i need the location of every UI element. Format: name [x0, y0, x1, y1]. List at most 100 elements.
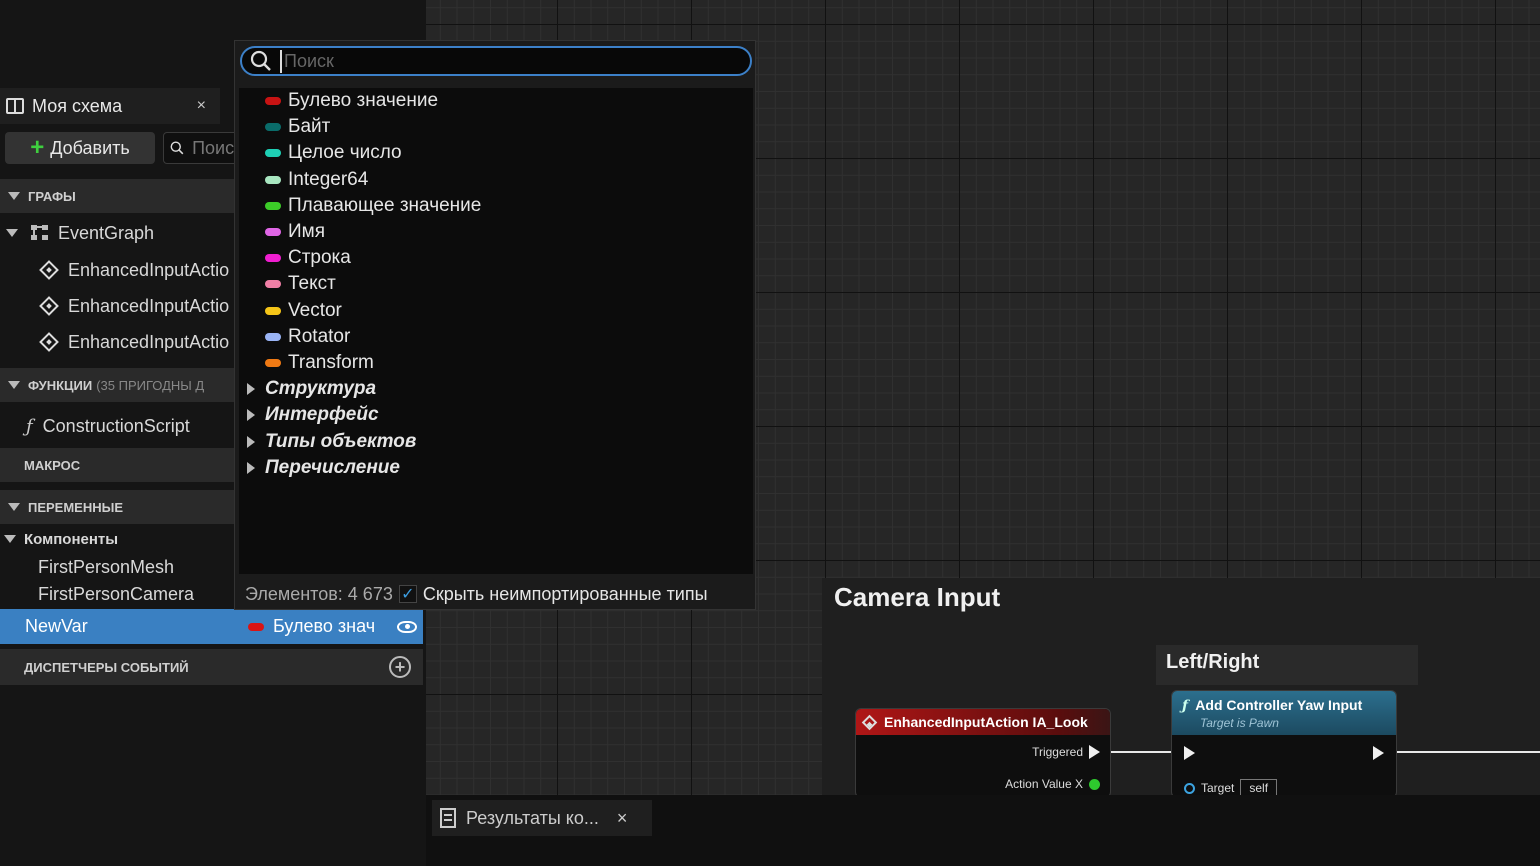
close-icon[interactable]: × — [197, 97, 206, 115]
type-color-pill-icon — [265, 359, 281, 367]
exec-out-pin-icon[interactable] — [1089, 745, 1100, 759]
event-diamond-icon — [861, 714, 878, 730]
type-category[interactable]: Структура — [239, 376, 753, 402]
type-option[interactable]: Rotator — [239, 324, 753, 350]
compiler-results-tab[interactable]: Результаты ко... × — [432, 800, 652, 836]
graph-item-label: EnhancedInputActio — [68, 331, 230, 352]
add-button[interactable]: + Добавить — [5, 132, 155, 164]
comment-title: Camera Input — [834, 582, 1001, 612]
type-list: Булево значение Байт Целое число Integer64 П… — [239, 88, 753, 574]
float-pin-icon[interactable] — [1089, 778, 1100, 790]
component-item-label: FirstPersonCamera — [38, 583, 195, 604]
exec-in-pin-icon[interactable] — [1184, 746, 1195, 760]
section-functions-label: ФУНКЦИИ — [28, 377, 93, 393]
event-diamond-icon — [39, 296, 59, 316]
compiler-results-label: Результаты ко... — [466, 807, 599, 828]
section-dispatchers-label: ДИСПЕТЧЕРЫ СОБЫТИЙ — [24, 659, 189, 675]
section-variables-label: ПЕРЕМЕННЫЕ — [28, 499, 124, 515]
pin-action-value-row[interactable]: Action Value X — [1005, 777, 1100, 791]
type-option-label: Transform — [288, 352, 374, 373]
section-event-dispatchers[interactable]: ДИСПЕТЧЕРЫ СОБЫТИЙ + — [0, 649, 423, 685]
type-option-label: Целое число — [288, 142, 402, 164]
hide-unloaded-types-label[interactable]: Скрыть неимпортированные типы — [423, 584, 708, 605]
exec-wire-out — [1385, 751, 1540, 753]
graph-item-label: EnhancedInputActio — [68, 259, 230, 280]
expand-arrow-icon[interactable] — [6, 229, 18, 237]
type-category[interactable]: Перечисление — [239, 455, 753, 481]
expand-arrow-icon[interactable] — [247, 461, 255, 474]
event-diamond-icon — [39, 332, 59, 352]
type-option[interactable]: Строка — [239, 245, 753, 271]
collapse-arrow-icon[interactable] — [8, 381, 20, 389]
type-category-label: Структура — [265, 378, 377, 400]
type-color-pill-icon — [265, 228, 281, 236]
expand-arrow-icon[interactable] — [4, 535, 16, 543]
expand-arrow-icon[interactable] — [247, 383, 255, 396]
expand-arrow-icon[interactable] — [247, 435, 255, 448]
function-icon: ƒ — [1182, 698, 1189, 714]
function-node-header: ƒ Add Controller Yaw Input Target is Paw… — [1172, 691, 1396, 735]
comment-box-left-right[interactable]: Left/Right — [1156, 645, 1418, 685]
type-search-box[interactable] — [240, 46, 752, 76]
event-node-title: EnhancedInputAction IA_Look — [884, 714, 1088, 730]
type-color-pill-icon — [265, 123, 281, 132]
eye-icon[interactable] — [397, 620, 417, 633]
type-option[interactable]: Текст — [239, 271, 753, 297]
type-color-pill-icon — [265, 280, 281, 289]
event-diamond-icon — [39, 260, 59, 280]
type-category[interactable]: Типы объектов — [239, 429, 753, 455]
event-node-ia-look[interactable]: EnhancedInputAction IA_Look Triggered Ac… — [855, 708, 1111, 798]
type-option[interactable]: Vector — [239, 298, 753, 324]
type-option[interactable]: Плавающее значение — [239, 193, 753, 219]
component-item-label: FirstPersonMesh — [38, 556, 175, 577]
type-dropdown-footer: Элементов: 4 673 ✓ Скрыть неимпортирован… — [235, 579, 755, 609]
type-color-pill-icon — [265, 306, 281, 315]
close-icon[interactable]: × — [617, 808, 628, 829]
checkbox-checked-icon[interactable]: ✓ — [398, 585, 417, 603]
type-category-label: Типы объектов — [265, 430, 417, 452]
type-option-label: Rotator — [288, 325, 351, 347]
variable-name: NewVar — [25, 616, 88, 636]
section-graphs-label: ГРАФЫ — [28, 188, 76, 204]
type-category-label: Перечисление — [265, 456, 400, 478]
collapse-arrow-icon[interactable] — [8, 503, 20, 511]
expand-arrow-icon[interactable] — [247, 409, 255, 422]
type-option[interactable]: Transform — [239, 350, 753, 376]
variable-type[interactable]: Булево знач — [273, 616, 375, 637]
function-node-add-yaw[interactable]: ƒ Add Controller Yaw Input Target is Paw… — [1171, 690, 1397, 798]
collapse-arrow-icon[interactable] — [8, 192, 20, 200]
element-count: Элементов: 4 673 — [245, 583, 393, 604]
book-icon — [6, 98, 24, 114]
type-option[interactable]: Имя — [239, 219, 753, 245]
object-pin-icon[interactable] — [1184, 782, 1195, 794]
type-color-pill-icon — [265, 175, 281, 184]
add-circle-icon[interactable]: + — [389, 656, 411, 678]
type-option-label: Строка — [288, 247, 351, 269]
function-node-subtitle: Target is Pawn — [1200, 716, 1279, 730]
type-option[interactable]: Целое число — [239, 140, 753, 166]
my-blueprint-tab-label: Моя схема — [32, 95, 123, 116]
my-blueprint-tab[interactable]: Моя схема × — [0, 88, 220, 124]
exec-out-pin-icon[interactable] — [1373, 746, 1384, 760]
type-option-label: Булево значение — [288, 90, 439, 111]
type-color-pill-icon — [265, 254, 281, 263]
event-node-header: EnhancedInputAction IA_Look — [856, 709, 1110, 735]
type-category[interactable]: Интерфейс — [239, 402, 753, 428]
variable-item-newvar[interactable]: NewVar Булево знач — [0, 609, 423, 644]
variable-type-dropdown: Булево значение Байт Целое число Integer64 П… — [234, 40, 756, 610]
type-option[interactable]: Булево значение — [239, 88, 753, 114]
graph-icon — [31, 225, 48, 240]
type-option[interactable]: Integer64 — [239, 167, 753, 193]
type-option[interactable]: Байт — [239, 114, 753, 140]
graph-item-label: EnhancedInputActio — [68, 295, 230, 316]
type-search-input[interactable] — [280, 49, 720, 73]
type-option-label: Байт — [288, 116, 331, 138]
type-color-pill-icon — [265, 149, 281, 158]
pin-target-label: Target — [1201, 781, 1235, 795]
type-color-pill-icon — [265, 97, 281, 105]
exec-wire — [1110, 751, 1174, 753]
panel-search[interactable]: Поиск — [163, 132, 243, 164]
type-category-label: Интерфейс — [265, 404, 379, 426]
graph-item-label: EventGraph — [58, 222, 155, 243]
pin-triggered-row[interactable]: Triggered — [1032, 745, 1100, 759]
